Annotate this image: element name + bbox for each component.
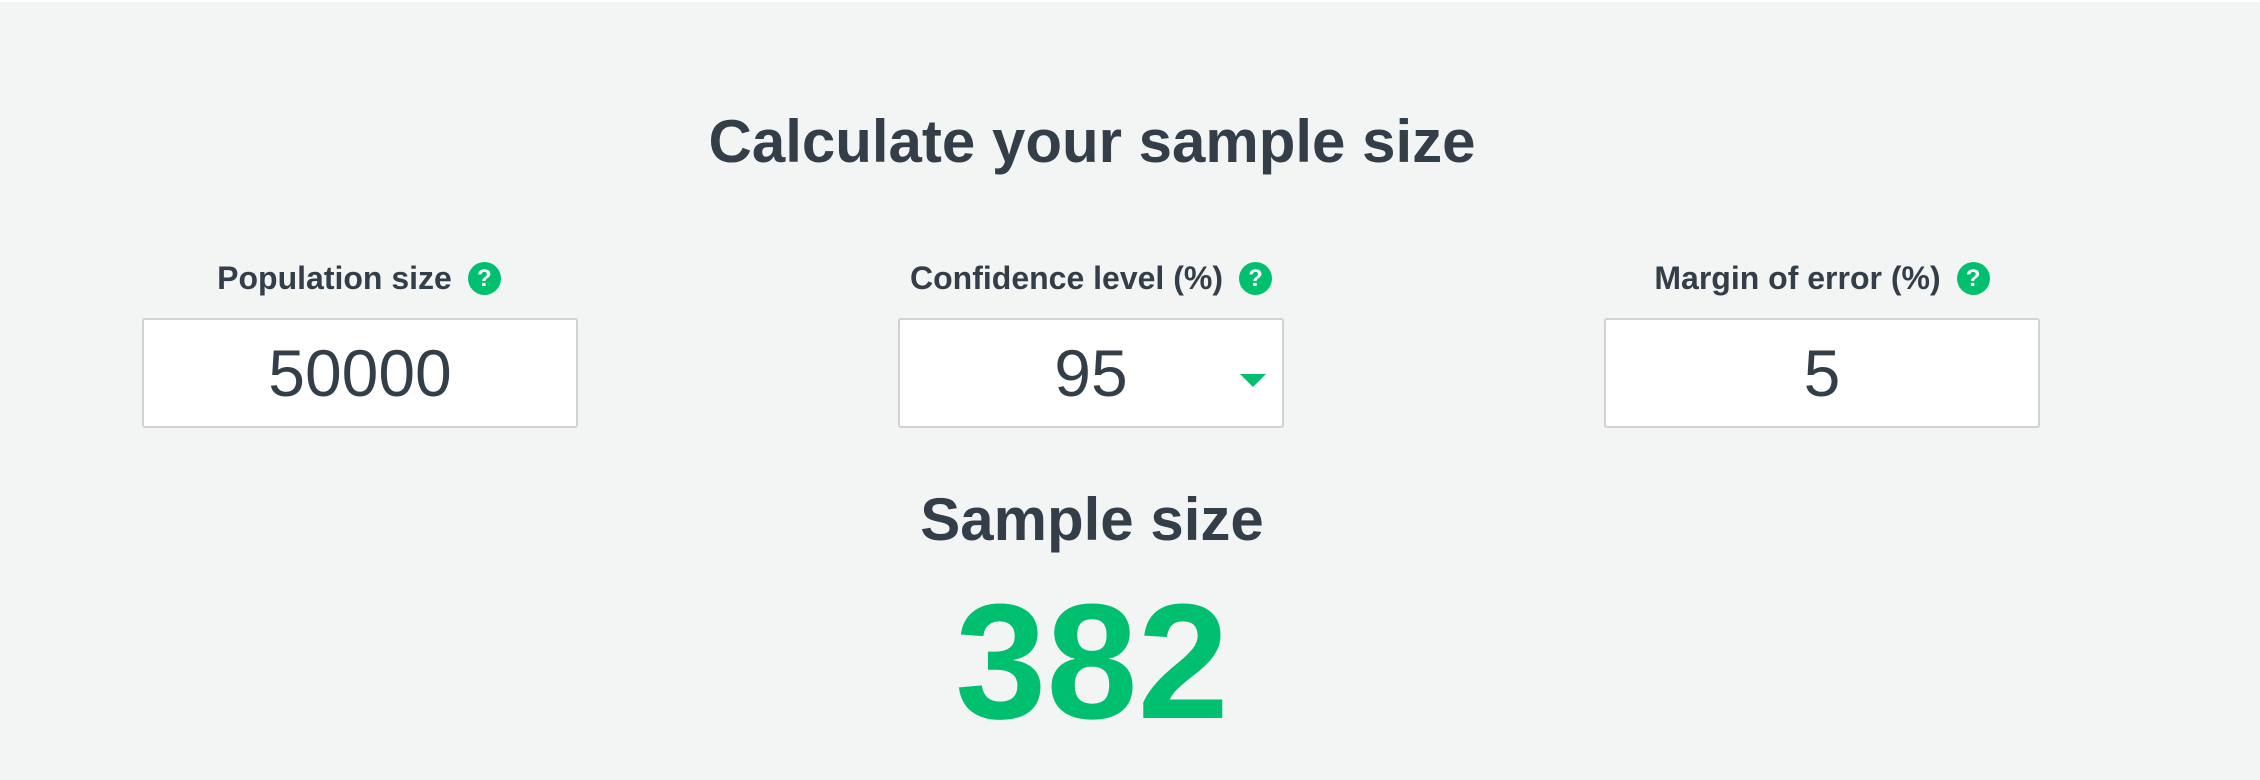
sample-size-label: Sample size (920, 486, 1264, 553)
population-size-label: Population size ? (142, 254, 576, 302)
population-size-input[interactable]: 50000 (142, 318, 578, 428)
margin-of-error-input[interactable]: 5 (1604, 318, 2040, 428)
population-size-help-icon[interactable]: ? (467, 261, 501, 295)
margin-of-error-label-text: Margin of error (%) (1654, 259, 1941, 296)
margin-of-error-help-icon[interactable]: ? (1956, 261, 1990, 295)
confidence-level-label-text: Confidence level (%) (910, 259, 1223, 296)
calculator-panel: Calculate your sample size Population si… (0, 2, 2260, 780)
calculator-title: Calculate your sample size (708, 108, 1476, 175)
confidence-level-select[interactable]: 95 (898, 318, 1284, 428)
confidence-level-value: 95 (1054, 336, 1128, 410)
confidence-level-label: Confidence level (%) ? (898, 254, 1284, 302)
margin-of-error-label: Margin of error (%) ? (1604, 254, 2040, 302)
sample-size-value: 382 (955, 570, 1229, 753)
population-size-label-text: Population size (217, 259, 452, 296)
caret-down-icon[interactable] (1240, 374, 1266, 387)
confidence-level-help-icon[interactable]: ? (1238, 261, 1272, 295)
